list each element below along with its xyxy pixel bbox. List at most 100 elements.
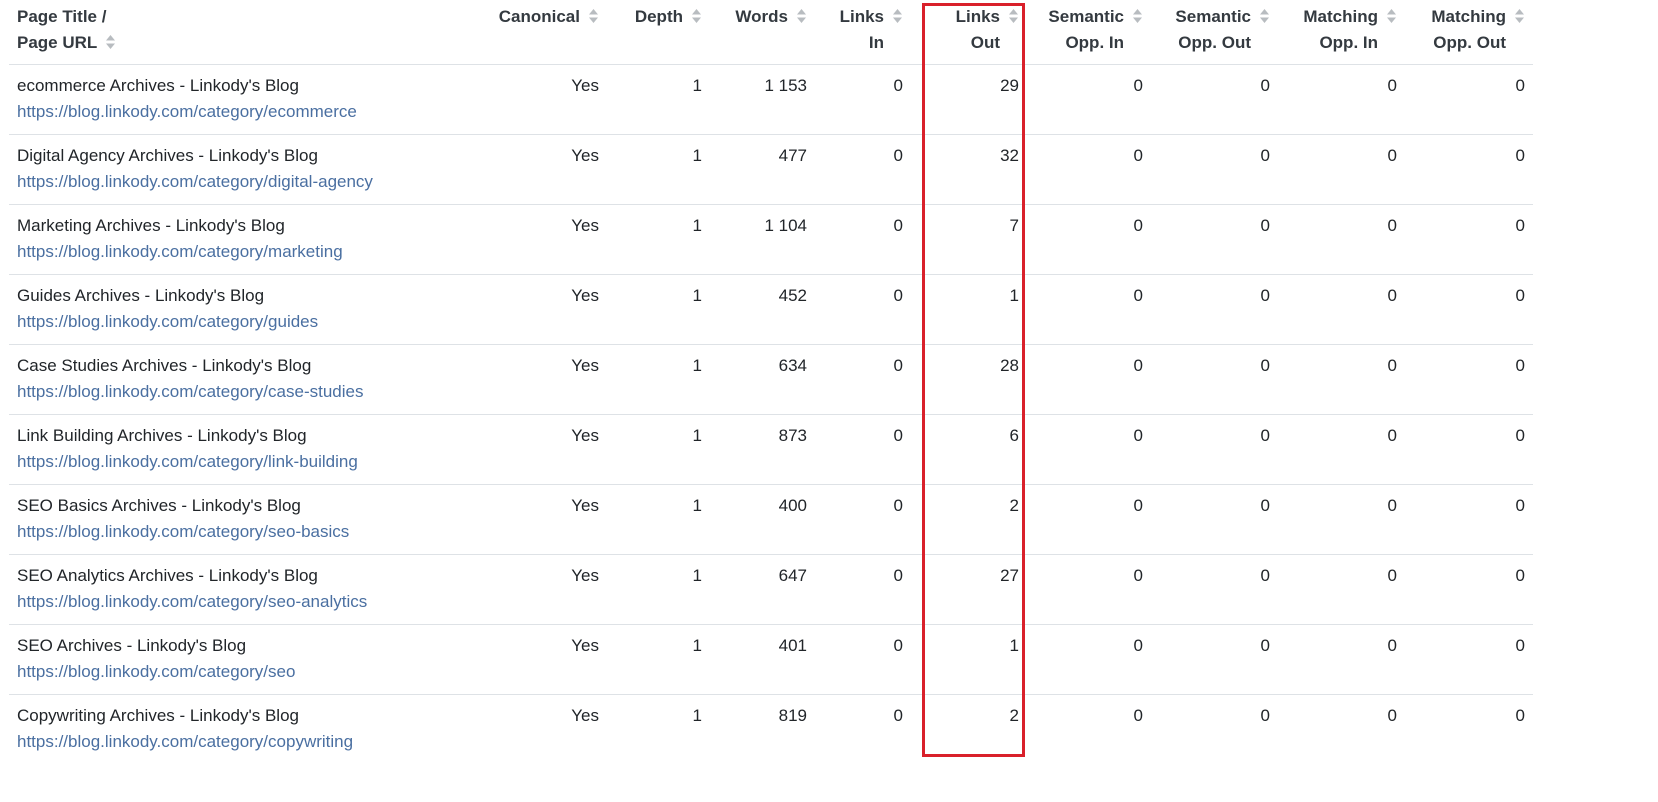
page-url-link[interactable]: https://blog.linkody.com/category/guides [17,309,471,335]
cell-links-out: 32 [911,134,1027,205]
column-label-line1: Semantic [1048,7,1124,26]
cell-page: SEO Analytics Archives - Linkody's Blog h… [9,554,479,625]
cell-matching-out: 0 [1405,134,1533,205]
cell-matching-in: 0 [1278,484,1405,555]
table-row: Case Studies Archives - Linkody's Blog ht… [9,344,1533,415]
column-header-title[interactable]: Page Title / Page URL [9,0,479,65]
sort-icon[interactable] [1514,6,1525,23]
cell-matching-in: 0 [1387,706,1397,725]
page-url-link[interactable]: https://blog.linkody.com/category/case-s… [17,379,471,405]
cell-links-out: 1 [911,274,1027,345]
sort-icon[interactable] [1259,6,1270,23]
cell-semantic-in: 0 [1027,624,1151,695]
cell-matching-in: 0 [1278,624,1405,695]
cell-matching-out: 0 [1405,484,1533,555]
table-row: Guides Archives - Linkody's Blog https://… [9,274,1533,345]
column-header-matching-in[interactable]: Matching Opp. In [1278,0,1405,65]
cell-page: Link Building Archives - Linkody's Blog h… [9,414,479,485]
page-url-link[interactable]: https://blog.linkody.com/category/seo [17,659,471,685]
cell-semantic-out: 0 [1151,624,1278,695]
column-label-line1: Depth [634,7,683,26]
column-header-links-out[interactable]: Links Out [911,0,1027,65]
cell-links-in: 0 [815,484,911,555]
cell-page: Marketing Archives - Linkody's Blog https… [9,204,479,275]
cell-depth: 1 [607,624,710,695]
cell-matching-out: 0 [1405,554,1533,625]
cell-links-out: 1 [911,624,1027,695]
cell-words: 401 [710,624,815,695]
cell-links-in: 0 [893,706,903,725]
page-url-link[interactable]: https://blog.linkody.com/category/copywr… [17,729,471,755]
table-header-row: Page Title / Page URL Canonical Depth Words L… [9,0,1533,65]
cell-canonical: Yes [479,134,607,205]
page-title: SEO Analytics Archives - Linkody's Blog [17,566,318,585]
cell-canonical: Yes [479,274,607,345]
sort-icon[interactable] [1132,6,1143,23]
column-header-links-in[interactable]: Links In [815,0,911,65]
column-label-line1: Semantic [1175,7,1251,26]
pages-table: Page Title / Page URL Canonical Depth Words L… [9,0,1533,764]
sort-icon[interactable] [691,6,702,23]
cell-page: SEO Archives - Linkody's Blog https://blo… [9,624,479,695]
cell-semantic-out: 0 [1151,554,1278,625]
cell-matching-out: 0 [1405,624,1533,695]
sort-icon[interactable] [892,6,903,23]
page-title: Marketing Archives - Linkody's Blog [17,216,285,235]
sort-icon[interactable] [105,32,116,49]
table-row: Copywriting Archives - Linkody's Blog htt… [9,695,1533,765]
table-body: ecommerce Archives - Linkody's Blog https… [9,64,1533,765]
column-header-canonical[interactable]: Canonical [479,0,607,65]
cell-semantic-in: 0 [1027,64,1151,135]
cell-semantic-out: 0 [1151,64,1278,135]
cell-matching-in: 0 [1278,554,1405,625]
sort-icon[interactable] [1386,6,1397,23]
column-header-semantic-in[interactable]: Semantic Opp. In [1027,0,1151,65]
page-url-link[interactable]: https://blog.linkody.com/category/seo-ba… [17,519,471,545]
column-header-semantic-out[interactable]: Semantic Opp. Out [1151,0,1278,65]
column-label-line2: Out [970,33,1000,52]
cell-links-in: 0 [815,344,911,415]
cell-words: 400 [710,484,815,555]
cell-depth: 1 [607,204,710,275]
column-label-line1: Matching [1303,7,1378,26]
cell-canonical: Yes [479,484,607,555]
cell-depth: 1 [607,274,710,345]
cell-matching-in: 0 [1278,64,1405,135]
page-url-link[interactable]: https://blog.linkody.com/category/ecomme… [17,99,471,125]
table-row: SEO Basics Archives - Linkody's Blog http… [9,484,1533,555]
cell-words: 477 [710,134,815,205]
cell-semantic-out: 0 [1151,484,1278,555]
table-row: SEO Analytics Archives - Linkody's Blog h… [9,554,1533,625]
page-url-link[interactable]: https://blog.linkody.com/category/seo-an… [17,589,471,615]
sort-icon[interactable] [796,6,807,23]
cell-semantic-out: 0 [1151,274,1278,345]
cell-page: Case Studies Archives - Linkody's Blog ht… [9,344,479,415]
cell-semantic-in: 0 [1027,554,1151,625]
column-header-words[interactable]: Words [710,0,815,65]
page-title: SEO Archives - Linkody's Blog [17,636,247,655]
page-url-link[interactable]: https://blog.linkody.com/category/market… [17,239,471,265]
cell-semantic-in: 0 [1027,204,1151,275]
table-row: Digital Agency Archives - Linkody's Blog… [9,134,1533,205]
page-title: Link Building Archives - Linkody's Blog [17,426,307,445]
cell-links-in: 0 [815,414,911,485]
page-url-link[interactable]: https://blog.linkody.com/category/link-b… [17,449,471,475]
column-header-matching-out[interactable]: Matching Opp. Out [1405,0,1533,65]
column-label-line2: Page URL [17,33,98,52]
cell-page: Guides Archives - Linkody's Blog https://… [9,274,479,345]
cell-links-in: 0 [815,274,911,345]
sort-icon[interactable] [588,6,599,23]
cell-semantic-out: 0 [1260,706,1270,725]
cell-depth: 1 [607,554,710,625]
cell-matching-in: 0 [1278,344,1405,415]
cell-matching-out: 0 [1405,204,1533,275]
cell-depth: 1 [607,414,710,485]
column-label-line2: Opp. In [1065,33,1124,52]
cell-words: 1 104 [710,204,815,275]
column-header-depth[interactable]: Depth [607,0,710,65]
cell-links-out: 2 [911,484,1027,555]
page-url-link[interactable]: https://blog.linkody.com/category/digita… [17,169,471,195]
sort-icon[interactable] [1008,6,1019,23]
cell-page: ecommerce Archives - Linkody's Blog https… [9,64,479,135]
column-label-line2: Opp. In [1319,33,1378,52]
